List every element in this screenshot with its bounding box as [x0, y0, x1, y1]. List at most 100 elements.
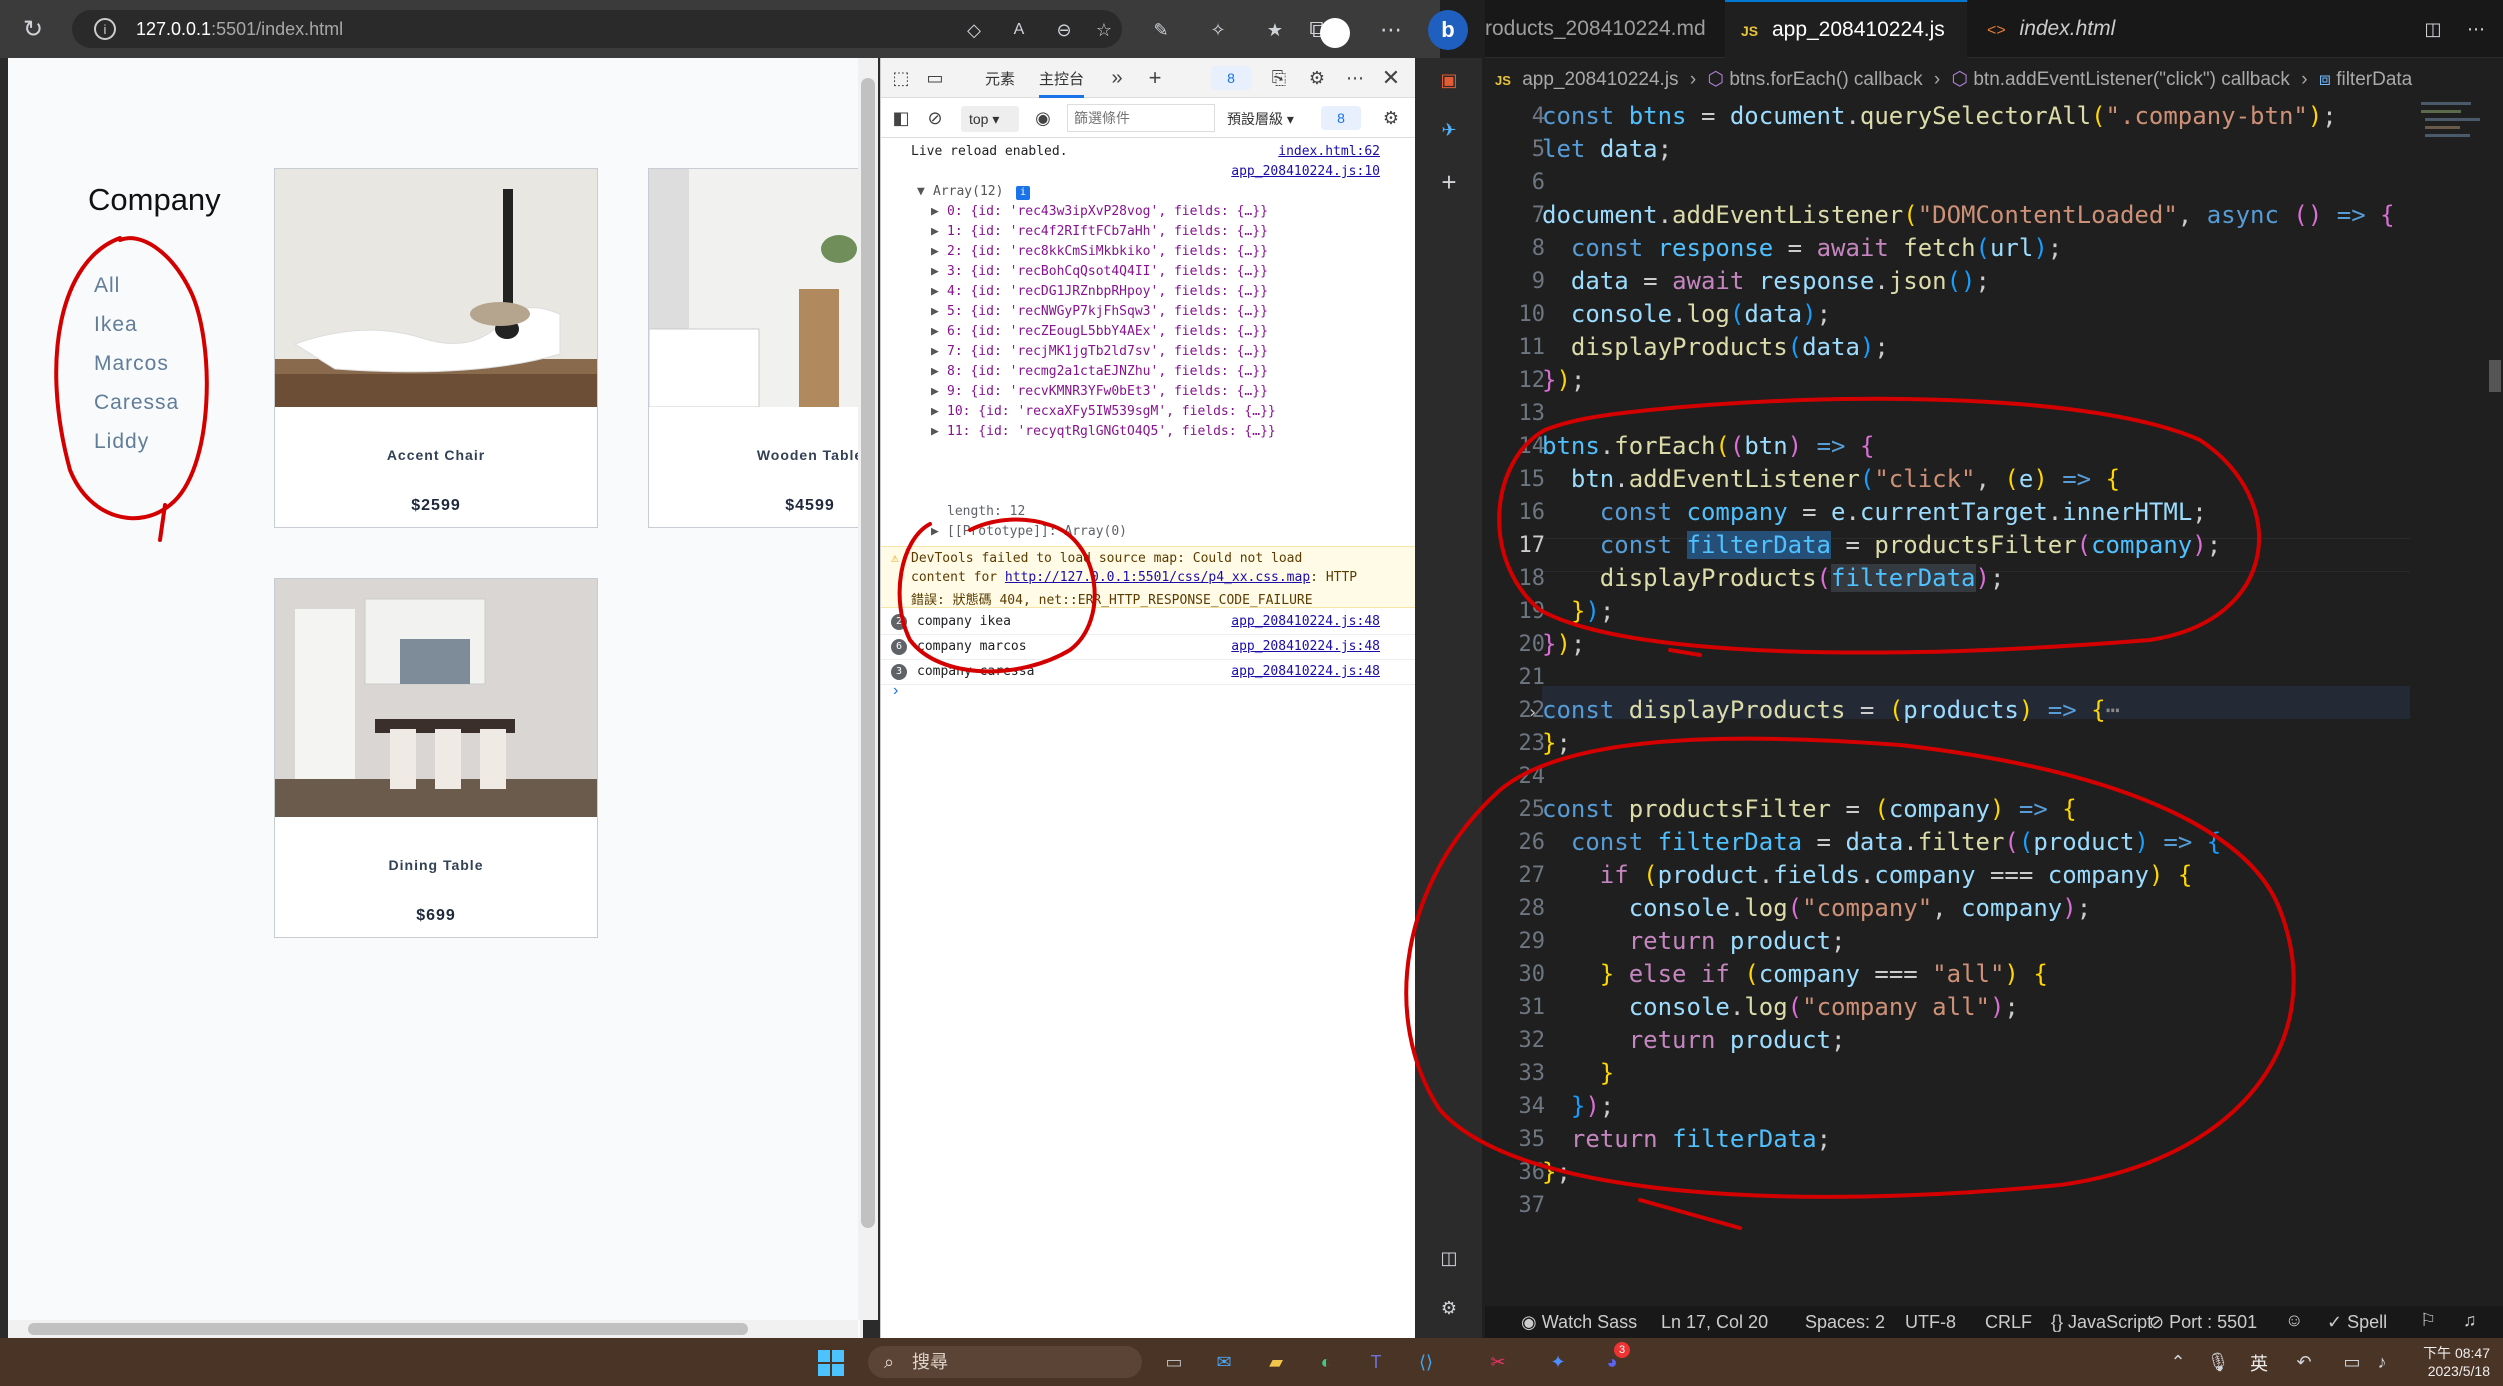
- array-item[interactable]: ▶ 5: {id: 'recNWGyP7kjFhSqw3', fields: {……: [881, 304, 1416, 324]
- line-ending[interactable]: CRLF: [1985, 1312, 2032, 1333]
- spell-check[interactable]: ✓ Spell: [2327, 1312, 2387, 1333]
- source-link[interactable]: index.html:62: [1278, 144, 1380, 159]
- start-button[interactable]: [818, 1350, 844, 1376]
- sidebar-toggle-icon[interactable]: ◧: [889, 106, 913, 130]
- extension-icon[interactable]: ✎: [1148, 17, 1174, 43]
- breadcrumb-symbol[interactable]: btn.addEventListener("click") callback: [1973, 69, 2290, 90]
- editor-more-icon[interactable]: ⋯: [2463, 16, 2489, 42]
- context-select[interactable]: top ▾: [961, 106, 1019, 132]
- array-item[interactable]: ▶ 8: {id: 'recmg2a1ctaEJNZhu', fields: {……: [881, 364, 1416, 384]
- source-link[interactable]: app_208410224.js:48: [1231, 639, 1380, 654]
- product-card[interactable]: Accent Chair $2599: [274, 168, 598, 528]
- language-mode[interactable]: {} JavaScript: [2051, 1312, 2152, 1333]
- expand-triangle-icon[interactable]: ▶: [931, 424, 939, 439]
- product-card[interactable]: Dining Table $699: [274, 578, 598, 938]
- zoom-icon[interactable]: ⊖: [1052, 18, 1076, 42]
- puzzle-extensions-icon[interactable]: ✧: [1205, 17, 1231, 43]
- live-expression-eye-icon[interactable]: ◉: [1031, 106, 1055, 130]
- console-filter-input[interactable]: [1067, 104, 1215, 132]
- array-item[interactable]: ▶ 6: {id: 'recZEougL5bbY4AEx', fields: {……: [881, 324, 1416, 344]
- teams-icon[interactable]: T: [1362, 1348, 1390, 1376]
- array-header[interactable]: ▼ Array(12) i: [881, 184, 1416, 204]
- settings-gear-icon[interactable]: ⚙: [1305, 66, 1329, 90]
- edge-icon[interactable]: ◐: [1312, 1348, 1340, 1376]
- read-aloud-icon[interactable]: A: [1007, 18, 1031, 42]
- expand-triangle-icon[interactable]: ▶: [931, 264, 939, 279]
- breadcrumb-symbol[interactable]: btns.forEach() callback: [1729, 69, 1922, 90]
- add-tab-icon[interactable]: +: [1143, 65, 1167, 90]
- company-btn-marcos[interactable]: Marcos: [94, 352, 169, 376]
- array-item[interactable]: ▶ 1: {id: 'rec4f2RIftFCb7aHh', fields: {……: [881, 224, 1416, 244]
- scrollbar-thumb[interactable]: [861, 78, 875, 1228]
- profile-avatar[interactable]: [1320, 18, 1350, 48]
- url-field[interactable]: i 127.0.0.1:5501/index.html ◇ A ⊖ ☆: [72, 10, 1122, 48]
- encoding[interactable]: UTF-8: [1905, 1312, 1956, 1333]
- add-sidebar-app-icon[interactable]: +: [1435, 167, 1463, 197]
- volume-icon[interactable]: ♪: [2368, 1348, 2396, 1376]
- console-settings-icon[interactable]: ⚙: [1379, 106, 1403, 130]
- expand-triangle-icon[interactable]: ▶: [931, 324, 939, 339]
- network-icon[interactable]: ▭: [2338, 1348, 2366, 1376]
- issues-badge[interactable]: 8: [1321, 106, 1361, 130]
- tab-elements[interactable]: 元素: [985, 68, 1015, 89]
- indentation[interactable]: Spaces: 2: [1805, 1312, 1885, 1333]
- source-link[interactable]: app_208410224.js:48: [1231, 664, 1380, 679]
- company-btn-all[interactable]: All: [94, 274, 120, 298]
- array-item[interactable]: ▶ 7: {id: 'recjMK1jgTb2ld7sv', fields: {……: [881, 344, 1416, 364]
- watch-sass-button[interactable]: ◉ Watch Sass: [1521, 1312, 1637, 1333]
- source-link[interactable]: app_208410224.js:48: [1231, 614, 1380, 629]
- live-server-port[interactable]: ⊘ Port : 5501: [2149, 1312, 2257, 1333]
- array-item[interactable]: ▶ 11: {id: 'recyqtRglGNGtO4Q5', fields: {…: [881, 424, 1416, 444]
- cursor-position[interactable]: Ln 17, Col 20: [1661, 1312, 1768, 1333]
- breadcrumb-symbol[interactable]: filterData: [2336, 69, 2412, 90]
- tab-app-js[interactable]: JS app_208410224.js ✕: [1725, 0, 1967, 98]
- tools-icon[interactable]: ▣: [1435, 66, 1463, 94]
- vertical-scrollbar[interactable]: [858, 58, 878, 1320]
- chevron-up-icon[interactable]: ⌃: [2164, 1348, 2192, 1376]
- log-levels-select[interactable]: 預設層級 ▾: [1227, 109, 1294, 129]
- file-explorer-icon[interactable]: ▰: [1262, 1348, 1290, 1376]
- scrollbar-thumb[interactable]: [28, 1323, 748, 1335]
- notifications-bell-icon[interactable]: ♫: [2463, 1310, 2477, 1331]
- breadcrumb-file[interactable]: app_208410224.js: [1522, 69, 1678, 90]
- code-editor[interactable]: 4 5 6 7 8 9 10 11 12 13 14 15 16 17 18 19 20 21 22 23 24 25 26…: [1485, 102, 2410, 1306]
- install-app-icon[interactable]: ◇: [962, 18, 986, 42]
- company-btn-caressa[interactable]: Caressa: [94, 391, 179, 415]
- app-icon[interactable]: ✦: [1544, 1348, 1572, 1376]
- clock-date[interactable]: 2023/5/18: [2410, 1363, 2490, 1379]
- expand-triangle-icon[interactable]: ▶: [931, 364, 939, 379]
- input-language[interactable]: 英: [2250, 1350, 2268, 1376]
- expand-triangle-icon[interactable]: ▶: [931, 404, 939, 419]
- expand-triangle-icon[interactable]: ▶: [931, 244, 939, 259]
- split-editor-icon[interactable]: ◫: [2420, 16, 2446, 42]
- device-toolbar-icon[interactable]: ▭: [923, 66, 947, 90]
- mail-icon[interactable]: ✉: [1210, 1348, 1238, 1376]
- task-view-icon[interactable]: ▭: [1160, 1348, 1188, 1376]
- array-item[interactable]: ▶ 0: {id: 'rec43w3ipXvP28vog', fields: {……: [881, 204, 1416, 224]
- product-card[interactable]: Wooden Table $4599: [648, 168, 863, 528]
- more-tabs-icon[interactable]: »: [1107, 66, 1127, 90]
- source-link[interactable]: app_208410224.js:10: [1231, 164, 1380, 179]
- array-item[interactable]: ▶ 9: {id: 'recvKMNR3YFw0bEt3', fields: {……: [881, 384, 1416, 404]
- tab-index-html[interactable]: <> index.html: [1967, 0, 2187, 58]
- taskbar-search[interactable]: ⌕ 搜尋: [868, 1346, 1142, 1378]
- company-btn-ikea[interactable]: Ikea: [94, 313, 138, 337]
- array-item[interactable]: ▶ 3: {id: 'recBohCqQsot4Q4II', fields: {……: [881, 264, 1416, 284]
- vscode-icon[interactable]: ⟨⟩: [1412, 1348, 1440, 1376]
- ime-icon[interactable]: ↶: [2290, 1348, 2318, 1376]
- expand-triangle-icon[interactable]: ▶: [931, 384, 939, 399]
- split-screen-icon[interactable]: ◫: [1435, 1244, 1463, 1272]
- more-icon[interactable]: ⋯: [1378, 17, 1404, 43]
- favorites-icon[interactable]: ★: [1262, 17, 1288, 43]
- warning-url-link[interactable]: http://127.0.0.1:5501/css/p4_xx.css.map: [1005, 570, 1310, 585]
- tab-products-md[interactable]: roducts_208410224.md: [1485, 0, 1725, 58]
- snipping-tool-icon[interactable]: ✂: [1484, 1348, 1512, 1376]
- horizontal-scrollbar[interactable]: [8, 1320, 858, 1338]
- clock-time[interactable]: 下午 08:47: [2410, 1343, 2490, 1363]
- expand-triangle-icon[interactable]: ▶: [931, 224, 939, 239]
- close-icon[interactable]: ✕: [1379, 65, 1403, 90]
- feedback-icon[interactable]: ⚐: [2420, 1310, 2436, 1331]
- favorite-add-icon[interactable]: ☆: [1092, 18, 1116, 42]
- expand-triangle-icon[interactable]: ▶: [931, 204, 939, 219]
- expand-triangle-icon[interactable]: ▶: [931, 344, 939, 359]
